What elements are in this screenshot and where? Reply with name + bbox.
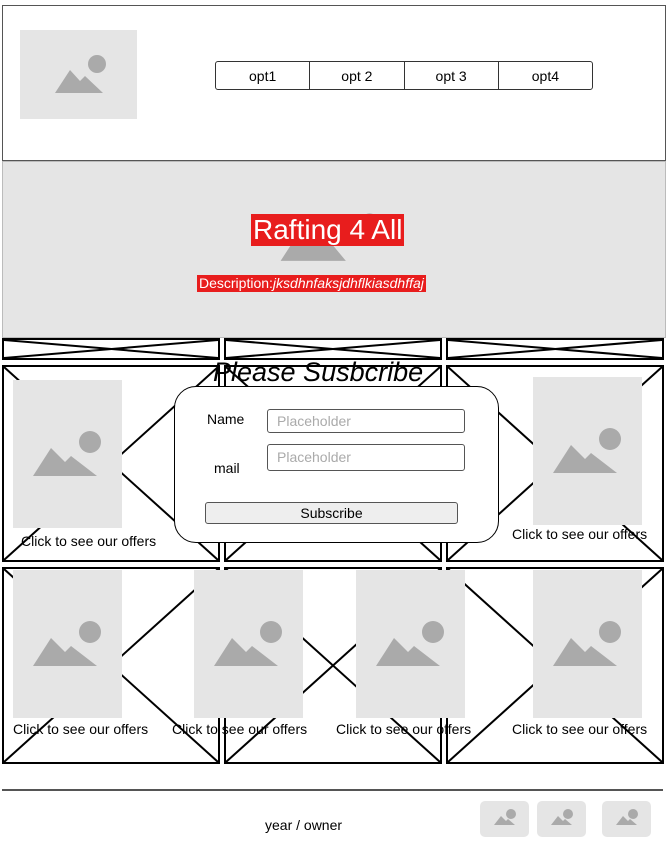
offer-caption[interactable]: Click to see our offers	[13, 721, 148, 737]
subscribe-title: Please Susbcribe	[213, 357, 424, 387]
nav-opt1[interactable]: opt1	[216, 62, 311, 89]
placeholder-box	[2, 338, 220, 360]
top-nav: opt1 opt 2 opt 3 opt4	[215, 61, 593, 90]
image-placeholder-icon	[33, 431, 101, 476]
image-placeholder-icon	[553, 428, 621, 473]
nav-opt3[interactable]: opt 3	[405, 62, 499, 89]
offer-caption[interactable]: Click to see our offers	[512, 526, 647, 542]
offer-caption[interactable]: Click to see our offers	[512, 721, 647, 737]
nav-opt4[interactable]: opt4	[499, 62, 592, 89]
offer-caption[interactable]: Click to see our offers	[336, 721, 471, 737]
hero-image-icon	[280, 213, 380, 261]
offer-image[interactable]	[13, 570, 122, 718]
footer-image-icon[interactable]	[537, 801, 586, 837]
offer-image[interactable]	[13, 380, 122, 528]
subscribe-button[interactable]: Subscribe	[205, 502, 458, 524]
placeholder-box	[446, 338, 664, 360]
name-input[interactable]: Placeholder	[267, 409, 465, 433]
footer-divider	[2, 789, 663, 791]
footer-image-icon[interactable]	[480, 801, 529, 837]
image-placeholder-icon	[33, 621, 101, 666]
image-placeholder-icon	[376, 621, 444, 666]
logo-image[interactable]	[20, 30, 137, 119]
offer-image[interactable]	[533, 570, 642, 718]
name-label: Name	[207, 411, 245, 427]
hero-title: Rafting 4 All	[251, 214, 405, 246]
hero-description-label: Description:	[199, 275, 273, 291]
image-placeholder-icon	[553, 621, 621, 666]
offer-caption[interactable]: Click to see our offers	[172, 721, 307, 737]
footer-image-icon[interactable]	[602, 801, 651, 837]
mail-label: mail	[214, 460, 240, 476]
offer-image[interactable]	[356, 570, 465, 718]
image-placeholder-icon	[214, 621, 282, 666]
hero-description-text: jksdhnfaksjdhflkiasdhffaj	[272, 275, 424, 291]
hero-description: Description:jksdhnfaksjdhflkiasdhffaj	[197, 275, 426, 292]
offer-image[interactable]	[533, 377, 642, 525]
footer-text: year / owner	[265, 817, 343, 833]
hero-banner	[2, 161, 666, 338]
offer-caption[interactable]: Click to see our offers	[21, 533, 156, 549]
mail-input[interactable]: Placeholder	[267, 444, 465, 471]
image-placeholder-icon	[55, 55, 106, 93]
nav-opt2[interactable]: opt 2	[310, 62, 405, 89]
offer-image[interactable]	[194, 570, 303, 718]
